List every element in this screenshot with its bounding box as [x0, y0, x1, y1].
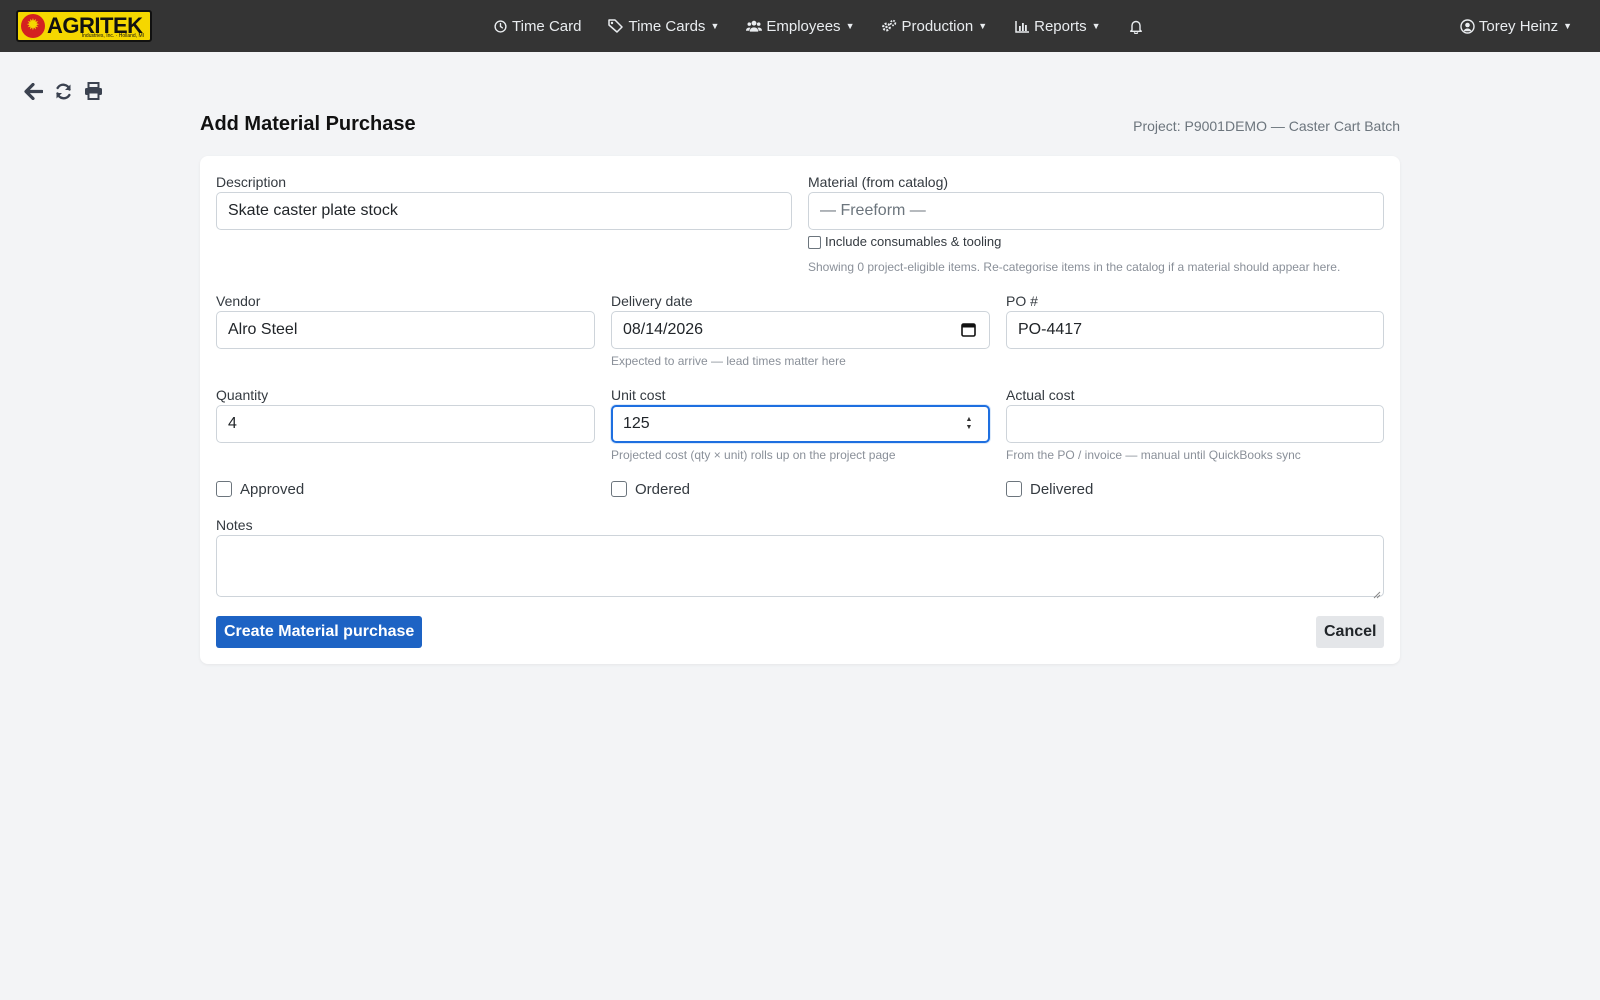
caret-down-icon: ▼ [1563, 21, 1572, 31]
cancel-button[interactable]: Cancel [1316, 616, 1385, 648]
nav-time-card[interactable]: Time Card [492, 18, 581, 35]
description-label: Description [216, 174, 287, 190]
caret-down-icon: ▼ [1091, 21, 1101, 31]
stepper-down-icon[interactable]: ▼ [966, 424, 973, 432]
nav-employees-label: Employees [766, 17, 841, 35]
nav-employees[interactable]: Employees ▼ [746, 18, 854, 35]
user-menu[interactable]: Torey Heinz ▼ [1460, 0, 1572, 52]
quantity-label: Quantity [216, 387, 269, 403]
create-material-purchase-button[interactable]: Create Material purchase [216, 616, 423, 648]
delivery-date-help: Expected to arrive — lead times matter h… [611, 354, 846, 368]
nav-reports[interactable]: Reports ▼ [1014, 17, 1101, 35]
material-help-text: Showing 0 project-eligible items. Re-cat… [808, 260, 1341, 274]
vendor-input[interactable] [216, 311, 595, 349]
brand-subtitle: Industries, Inc. · Holland, MI [81, 33, 144, 39]
delivery-date-input[interactable] [611, 311, 990, 349]
project-label: Project: P9001DEMO — Caster Cart Batch [1133, 118, 1400, 134]
vendor-label: Vendor [216, 293, 261, 309]
approved-label: Approved [240, 481, 305, 498]
po-label: PO # [1006, 293, 1038, 309]
notes-textarea[interactable] [216, 535, 1384, 597]
logo-emblem-icon: ✹ [21, 14, 45, 38]
caret-down-icon: ▼ [845, 21, 855, 31]
notifications-bell[interactable] [1128, 18, 1148, 34]
users-icon [746, 18, 763, 34]
ordered-checkbox[interactable] [611, 481, 627, 497]
include-consumables-label: Include consumables & tooling [825, 234, 1002, 249]
unit-cost-label: Unit cost [611, 387, 666, 403]
po-number-input[interactable] [1006, 311, 1384, 349]
page-title: Add Material Purchase [200, 113, 416, 135]
include-consumables-checkbox[interactable] [808, 236, 821, 249]
nav-production[interactable]: Production ▼ [881, 18, 987, 35]
bell-icon [1128, 18, 1144, 34]
material-label: Material (from catalog) [808, 174, 949, 190]
approved-checkbox[interactable] [216, 481, 232, 497]
print-icon[interactable] [82, 80, 104, 102]
nav-production-label: Production [901, 17, 974, 35]
caret-down-icon: ▼ [978, 21, 988, 31]
calendar-icon[interactable] [961, 322, 977, 338]
actual-cost-label: Actual cost [1006, 387, 1075, 403]
user-circle-icon [1460, 18, 1475, 34]
agritek-logo[interactable]: ✹ AGRITEK Industries, Inc. · Holland, MI [16, 10, 152, 42]
resize-handle-icon[interactable] [1373, 586, 1381, 599]
delivery-date-label: Delivery date [611, 293, 693, 309]
material-select[interactable] [808, 192, 1384, 230]
notes-label: Notes [216, 517, 253, 533]
unit-cost-stepper[interactable]: ▲ ▼ [963, 414, 975, 434]
nav-time-card-label: Time Card [512, 17, 582, 35]
material-purchase-form: Description Material (from catalog) Incl… [200, 156, 1400, 664]
nav-reports-label: Reports [1034, 17, 1087, 35]
page-toolbar [22, 80, 112, 102]
top-navbar: ✹ AGRITEK Industries, Inc. · Holland, MI… [0, 0, 1600, 52]
bar-chart-icon [1014, 18, 1030, 34]
stepper-up-icon[interactable]: ▲ [966, 416, 973, 424]
actual-cost-input[interactable] [1006, 405, 1384, 443]
nav-time-cards-label: Time Cards [628, 17, 706, 35]
cogs-icon [881, 18, 897, 34]
quantity-input[interactable] [216, 405, 595, 443]
unit-cost-help: Projected cost (qty × unit) rolls up on … [611, 448, 896, 462]
description-input[interactable] [216, 192, 792, 230]
delivered-checkbox[interactable] [1006, 481, 1022, 497]
nav-time-cards[interactable]: Time Cards ▼ [608, 18, 719, 35]
user-name: Torey Heinz [1478, 17, 1559, 35]
delivered-label: Delivered [1030, 481, 1094, 498]
caret-down-icon: ▼ [710, 21, 720, 31]
unit-cost-input[interactable] [611, 405, 990, 443]
ordered-label: Ordered [635, 481, 691, 498]
tags-icon [608, 18, 624, 34]
clock-icon [492, 18, 508, 34]
actual-cost-help: From the PO / invoice — manual until Qui… [1006, 448, 1301, 462]
refresh-icon[interactable] [52, 80, 74, 102]
back-arrow-icon[interactable] [22, 80, 44, 102]
main-nav: Time Card Time Cards ▼ Employees ▼ Produ… [492, 0, 1175, 52]
